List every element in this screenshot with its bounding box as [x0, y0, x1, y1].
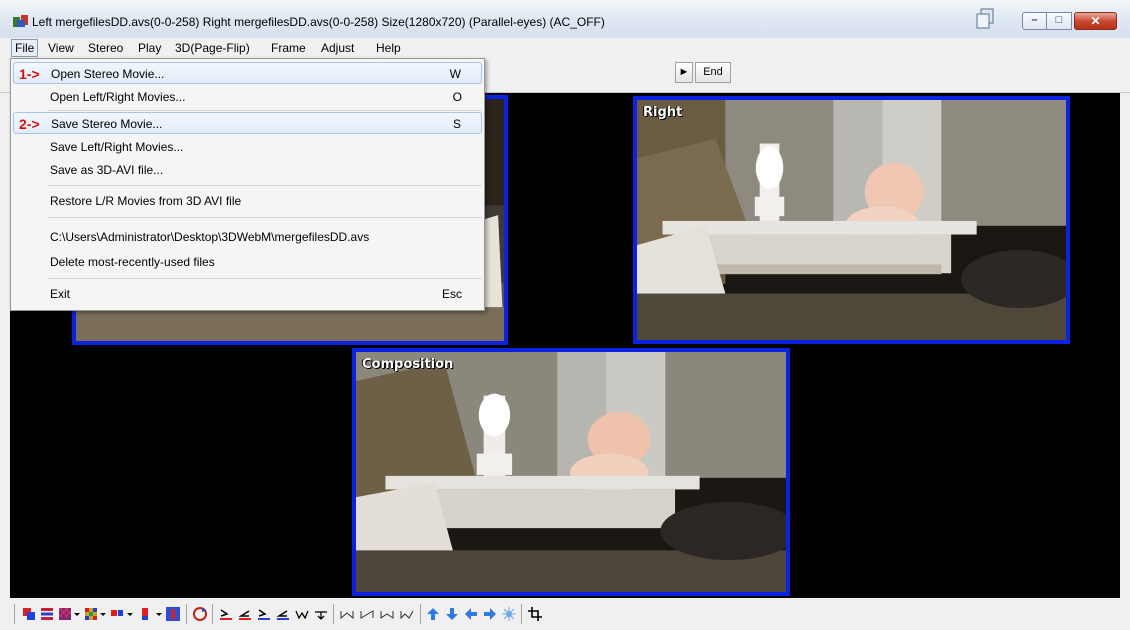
- menu-separator: [47, 185, 482, 186]
- minimize-button[interactable]: –: [1022, 12, 1047, 30]
- end-button[interactable]: End: [695, 62, 731, 83]
- app-icon: [13, 15, 28, 27]
- align-right2-icon[interactable]: [276, 607, 290, 621]
- swap-icon[interactable]: [193, 607, 207, 621]
- composition-pane-label: Composition: [362, 357, 454, 372]
- title-bar: Left mergefilesDD.avs(0-0-258) Right mer…: [0, 0, 1130, 38]
- menu-item-open-stereo-movie[interactable]: 1-> Open Stereo Movie... W: [13, 62, 482, 84]
- crop-icon[interactable]: [528, 607, 542, 621]
- toolbar-separator: [333, 604, 334, 624]
- reset-icon[interactable]: [502, 607, 516, 621]
- lines-icon[interactable]: [40, 607, 54, 621]
- menu-3d-page-flip[interactable]: 3D(Page-Flip): [172, 40, 253, 56]
- next-frame-button[interactable]: ►: [675, 62, 693, 83]
- composition-pane: Composition: [352, 348, 790, 596]
- arrow-left-icon[interactable]: [464, 607, 478, 621]
- menu-item-save-3d-avi[interactable]: Save as 3D-AVI file...: [13, 159, 482, 181]
- dropdown-arrow-icon[interactable]: [73, 607, 81, 621]
- composition-video-frame: [356, 352, 786, 592]
- menu-separator: [47, 110, 482, 111]
- menu-adjust[interactable]: Adjust: [318, 40, 357, 56]
- align-left-icon[interactable]: [219, 607, 233, 621]
- menu-item-save-left-right-movies[interactable]: Save Left/Right Movies...: [13, 136, 482, 158]
- toolbar-separator: [186, 604, 187, 624]
- menu-item-exit[interactable]: Exit Esc: [13, 283, 482, 305]
- arrow-down-icon[interactable]: [445, 607, 459, 621]
- right-pane-label: Right: [643, 105, 683, 120]
- step2-icon[interactable]: [360, 607, 374, 621]
- step-icon[interactable]: [340, 607, 354, 621]
- right-pane: Right: [633, 96, 1070, 344]
- checker-icon[interactable]: [58, 607, 72, 621]
- dropdown-arrow-icon[interactable]: [155, 607, 163, 621]
- step4-icon[interactable]: [400, 607, 414, 621]
- step-marker-1: 1->: [19, 66, 40, 82]
- menu-play[interactable]: Play: [135, 40, 164, 56]
- step3-icon[interactable]: [380, 607, 394, 621]
- menu-item-open-left-right-movies[interactable]: Open Left/Right Movies... O: [13, 86, 482, 108]
- arrow-up-icon[interactable]: [426, 607, 440, 621]
- menu-item-delete-mru[interactable]: Delete most-recently-used files: [13, 251, 482, 273]
- menu-frame[interactable]: Frame: [268, 40, 309, 56]
- window-title: Left mergefilesDD.avs(0-0-258) Right mer…: [32, 15, 605, 29]
- toolbar-separator: [420, 604, 421, 624]
- anaglyph-icon[interactable]: [22, 607, 36, 621]
- toolbar-separator: [14, 604, 15, 624]
- red-blue-bar-icon[interactable]: [138, 607, 152, 621]
- toolbar-separator: [521, 604, 522, 624]
- step-marker-2: 2->: [19, 116, 40, 132]
- dropdown-arrow-icon[interactable]: [99, 607, 107, 621]
- menu-view[interactable]: View: [45, 40, 77, 56]
- menu-help[interactable]: Help: [373, 40, 404, 56]
- arrow-right-icon[interactable]: [483, 607, 497, 621]
- menu-item-restore-lr-movies[interactable]: Restore L/R Movies from 3D AVI file: [13, 190, 482, 212]
- file-menu-dropdown: 1-> Open Stereo Movie... W Open Left/Rig…: [10, 58, 485, 311]
- side-by-side-icon[interactable]: [110, 607, 124, 621]
- menu-bar: File View Stereo Play 3D(Page-Flip) Fram…: [0, 38, 1130, 58]
- maximize-button[interactable]: □: [1047, 12, 1072, 30]
- align-right-icon[interactable]: [257, 607, 271, 621]
- dropdown-arrow-icon[interactable]: [126, 607, 134, 621]
- adjust-wave-icon[interactable]: [295, 607, 309, 621]
- menu-file[interactable]: File: [11, 39, 39, 57]
- menu-separator: [47, 217, 482, 218]
- close-button[interactable]: ✕: [1074, 12, 1117, 30]
- menu-separator: [47, 278, 482, 279]
- checker-color-icon[interactable]: [84, 607, 98, 621]
- menu-item-save-stereo-movie[interactable]: 2-> Save Stereo Movie... S: [13, 112, 482, 134]
- align-left2-icon[interactable]: [238, 607, 252, 621]
- toolbar-separator: [212, 604, 213, 624]
- menu-stereo[interactable]: Stereo: [85, 40, 126, 56]
- window-tile-icon[interactable]: [975, 8, 995, 30]
- adjust-down-icon[interactable]: [314, 607, 328, 621]
- right-video-frame: [637, 100, 1066, 340]
- person-stereo-icon[interactable]: [166, 607, 180, 621]
- menu-item-recent-file[interactable]: C:\Users\Administrator\Desktop\3DWebM\me…: [13, 226, 482, 248]
